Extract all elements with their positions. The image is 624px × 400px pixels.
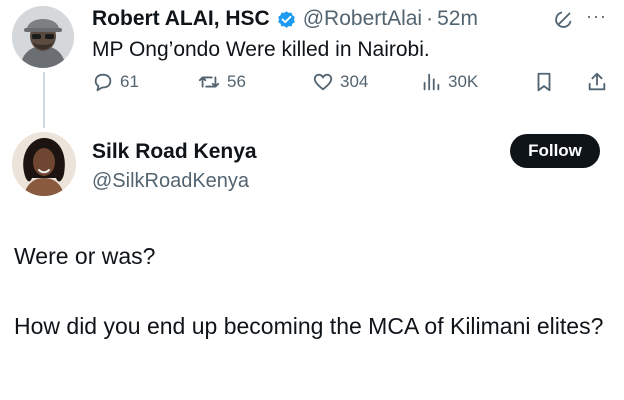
reply-text-line: Were or was?	[14, 243, 156, 269]
retweet-icon	[198, 76, 220, 88]
retweet-count: 56	[227, 72, 246, 91]
reply-author-name[interactable]: Silk Road Kenya	[92, 140, 257, 164]
view-count: 30K	[448, 72, 479, 91]
grok-icon[interactable]	[553, 8, 575, 30]
share-icon	[588, 72, 606, 91]
avatar[interactable]	[12, 6, 74, 68]
thread-connector-line	[43, 72, 45, 128]
author-handle[interactable]: @RobertAlai	[303, 7, 422, 31]
follow-button[interactable]: Follow	[510, 134, 600, 168]
reply-text-line: How did you end up becoming the MCA of K…	[14, 313, 604, 339]
like-count: 304	[340, 72, 369, 91]
bookmark-icon	[537, 72, 551, 92]
separator-dot: ·	[426, 7, 434, 30]
tweet-actions: 61 56 304 30K	[92, 71, 612, 99]
avatar[interactable]	[12, 132, 76, 196]
tweet-header: Robert ALAI, HSC @RobertAlai · 52m	[92, 6, 478, 32]
share-button[interactable]	[586, 71, 614, 93]
timestamp[interactable]: 52m	[437, 7, 478, 31]
heart-icon	[313, 73, 333, 91]
author-name[interactable]: Robert ALAI, HSC	[92, 7, 270, 31]
reply-author-handle[interactable]: @SilkRoadKenya	[92, 170, 249, 193]
views-button[interactable]: 30K	[420, 71, 478, 93]
verified-badge-icon	[276, 9, 297, 30]
reply-icon	[94, 73, 112, 92]
views-chart-icon	[423, 73, 440, 91]
like-button[interactable]: 304	[312, 71, 368, 93]
reply-button[interactable]: 61	[92, 71, 139, 93]
more-options-icon[interactable]: ···	[586, 6, 607, 27]
reply-count: 61	[120, 72, 139, 91]
bookmark-button[interactable]	[533, 71, 561, 93]
retweet-button[interactable]: 56	[197, 71, 246, 93]
tweet-text: MP Ong’ondo Were killed in Nairobi.	[92, 38, 430, 61]
